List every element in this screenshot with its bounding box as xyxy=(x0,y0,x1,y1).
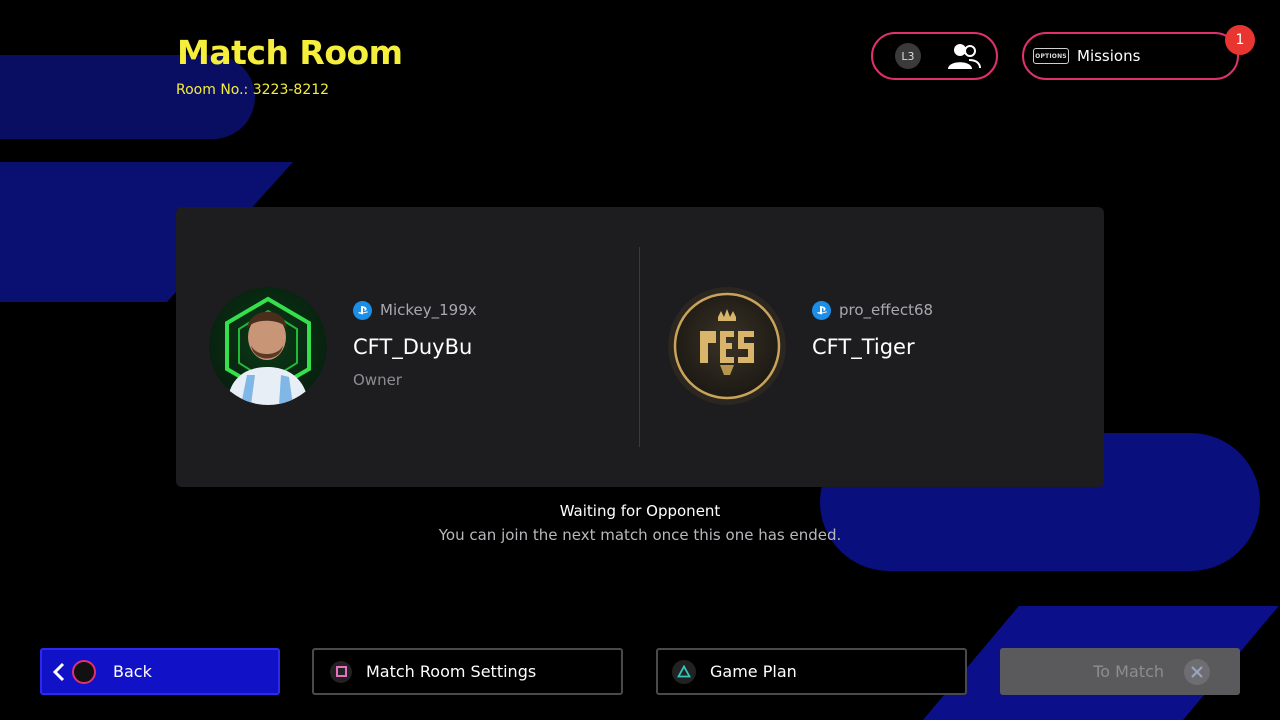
psn-row: Mickey_199x xyxy=(353,299,603,321)
missions-badge: 1 xyxy=(1225,25,1255,55)
people-icon xyxy=(948,44,981,69)
pes-logo-avatar xyxy=(668,287,786,405)
circle-key-icon xyxy=(72,659,96,684)
playstation-icon xyxy=(812,300,831,320)
square-key-icon xyxy=(330,660,352,683)
cross-key-icon xyxy=(1184,658,1210,685)
psn-id: pro_effect68 xyxy=(839,301,934,319)
match-room-panel: Mickey_199x CFT_DuyBu Owner pro_effect68… xyxy=(176,207,1104,487)
player-avatar xyxy=(209,287,327,405)
back-button[interactable]: Back xyxy=(40,648,280,695)
game-plan-button[interactable]: Game Plan xyxy=(656,648,967,695)
room-number: Room No.: 3223-8212 xyxy=(176,82,330,98)
playstation-icon xyxy=(353,300,372,320)
pes-crest-icon xyxy=(668,287,786,405)
missions-label: Missions xyxy=(1077,47,1141,65)
to-match-label: To Match xyxy=(1093,662,1164,681)
triangle-key-icon xyxy=(672,659,696,684)
psn-id: Mickey_199x xyxy=(380,301,477,319)
page-title: Match Room xyxy=(177,33,403,72)
missions-button[interactable]: OPTIONS Missions xyxy=(1022,32,1239,80)
match-room-settings-button[interactable]: Match Room Settings xyxy=(312,648,623,695)
l3-key-icon: L3 xyxy=(895,43,921,69)
status-title: Waiting for Opponent xyxy=(559,502,721,520)
gamer-name: CFT_Tiger xyxy=(812,335,915,359)
divider xyxy=(639,247,640,447)
back-label: Back xyxy=(113,662,152,681)
player-info: Mickey_199x CFT_DuyBu Owner xyxy=(353,299,603,389)
to-match-button[interactable]: To Match xyxy=(1000,648,1240,695)
game-plan-label: Game Plan xyxy=(710,662,797,681)
player-role: Owner xyxy=(353,371,402,389)
settings-label: Match Room Settings xyxy=(366,662,537,681)
options-key-icon: OPTIONS xyxy=(1033,48,1069,64)
psn-row: pro_effect68 xyxy=(812,299,1062,321)
chevron-left-icon xyxy=(52,662,65,681)
status-message: You can join the next match once this on… xyxy=(438,526,842,544)
avatar-image xyxy=(209,287,327,405)
gamer-name: CFT_DuyBu xyxy=(353,335,473,359)
friends-button[interactable]: L3 xyxy=(871,32,998,80)
player-info: pro_effect68 CFT_Tiger xyxy=(812,299,1062,359)
